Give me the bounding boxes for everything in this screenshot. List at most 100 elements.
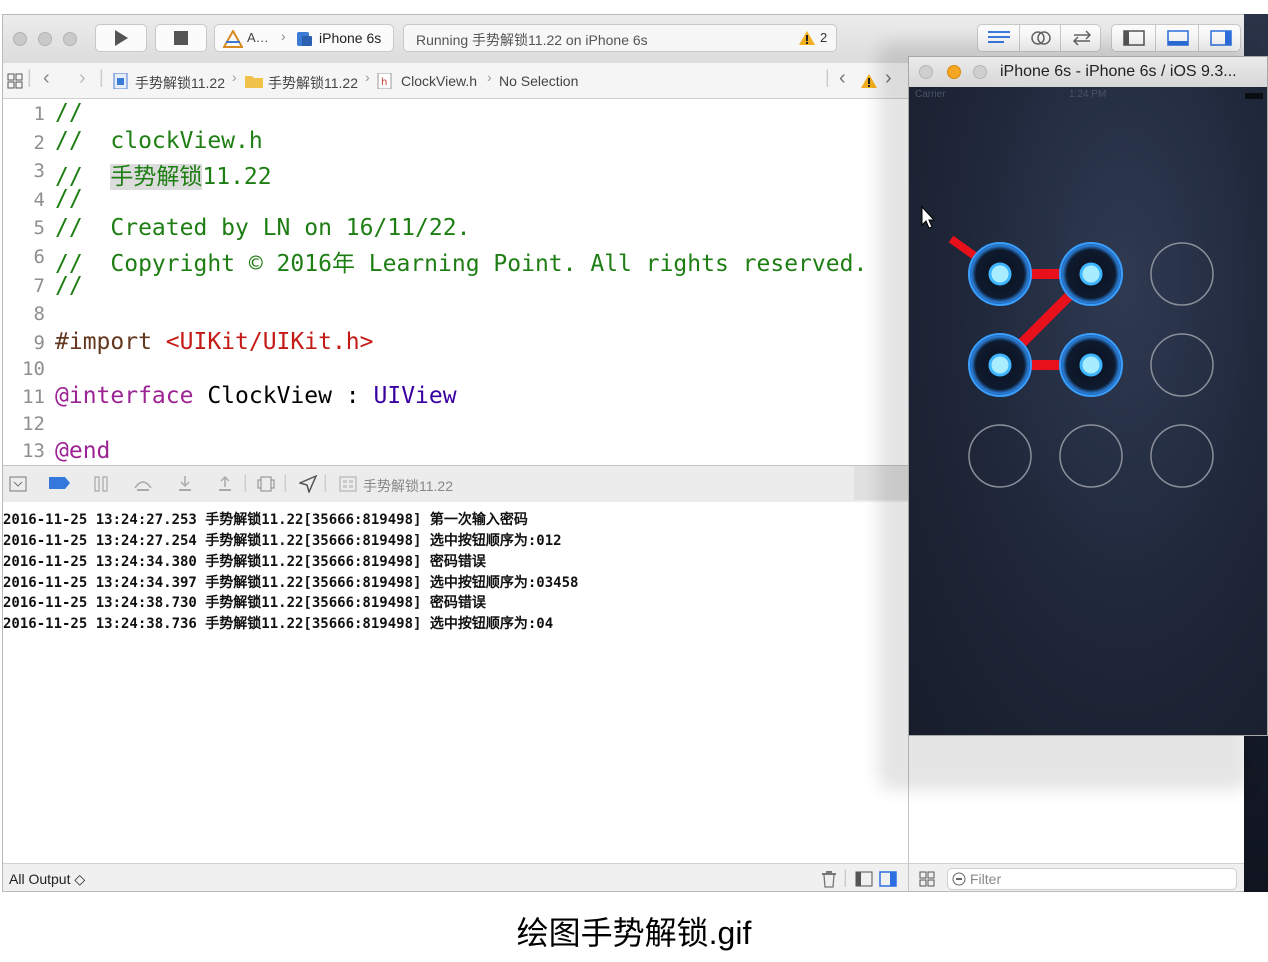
- gesture-node-center: [1079, 262, 1103, 286]
- warning-icon[interactable]: [860, 73, 878, 89]
- gesture-node[interactable]: [968, 424, 1032, 488]
- gesture-node[interactable]: [1150, 333, 1214, 397]
- log-line: 2016-11-25 13:24:38.736 手势解锁11.22[35666:…: [3, 616, 554, 632]
- console-view-toggle-icon[interactable]: [879, 871, 897, 887]
- gesture-node-center: [1079, 353, 1103, 377]
- comment-text: 11.22: [202, 164, 272, 190]
- zoom-window-button[interactable]: [63, 32, 77, 46]
- chevron-right-icon: ›: [487, 69, 492, 85]
- warning-count[interactable]: 2: [820, 30, 827, 45]
- code-line: // clockView.h: [55, 128, 263, 154]
- code-line: // Copyright © 2016年 Learning Point. All…: [55, 251, 868, 277]
- gesture-node[interactable]: [1059, 424, 1123, 488]
- trash-icon[interactable]: [821, 870, 837, 888]
- related-items-grid-icon[interactable]: [7, 73, 23, 89]
- step-into-icon[interactable]: [177, 475, 193, 493]
- code-line: //: [55, 100, 83, 126]
- activity-status-text: Running 手势解锁11.22 on iPhone 6s: [416, 32, 648, 48]
- location-arrow-icon[interactable]: [299, 475, 317, 493]
- code-line: // 手势解锁11.22: [55, 157, 272, 191]
- grid-icon[interactable]: [919, 871, 935, 887]
- simulator-zoom-button[interactable]: [973, 65, 987, 79]
- image-caption: 绘图手势解锁.gif: [516, 915, 752, 951]
- filter-placeholder: Filter: [970, 871, 1002, 887]
- scheme-device-label: iPhone 6s: [319, 30, 382, 46]
- mouse-cursor-icon: [921, 205, 936, 229]
- highlighted-text: 手势解锁: [110, 164, 203, 190]
- log-line: 2016-11-25 13:24:27.253 手势解锁11.22[35666:…: [3, 512, 528, 528]
- step-out-icon[interactable]: [217, 475, 233, 493]
- variables-bottom-bar: Filter: [908, 863, 1249, 891]
- hide-debug-area-icon[interactable]: [9, 476, 27, 492]
- folder-icon: [245, 76, 263, 88]
- simulator-title: iPhone 6s - iPhone 6s / iOS 9.3...: [1000, 63, 1237, 80]
- gesture-node[interactable]: [968, 333, 1032, 397]
- jumpbar-selection[interactable]: No Selection: [499, 73, 578, 89]
- divider: |: [243, 472, 248, 492]
- output-selector[interactable]: All Output ◇: [9, 871, 85, 888]
- line-number: 9: [33, 332, 45, 354]
- app-target-icon: [223, 30, 243, 48]
- stop-button[interactable]: [155, 24, 207, 52]
- gesture-node[interactable]: [1150, 242, 1214, 306]
- log-line: 2016-11-25 13:24:34.397 手势解锁11.22[35666:…: [3, 575, 579, 591]
- chevron-right-icon: ›: [232, 69, 237, 85]
- code-line: #import <UIKit/UIKit.h>: [55, 329, 374, 355]
- forward-chevron-icon[interactable]: ›: [79, 67, 86, 90]
- line-number: 2: [33, 132, 45, 154]
- minimize-window-button[interactable]: [38, 32, 52, 46]
- previous-issue-chevron-icon[interactable]: ‹: [839, 67, 846, 90]
- close-window-button[interactable]: [13, 32, 27, 46]
- run-button[interactable]: [95, 24, 147, 52]
- line-number: 7: [33, 275, 45, 297]
- jumpbar-file[interactable]: ClockView.h: [401, 73, 477, 89]
- view-hierarchy-icon[interactable]: [257, 476, 275, 492]
- line-number-gutter: 1 2 3 4 5 6 7 8 9 10 11 12 13: [3, 99, 51, 465]
- scheme-app-label: A…: [247, 30, 269, 45]
- code-line: //: [55, 273, 83, 299]
- back-chevron-icon[interactable]: ‹: [43, 67, 50, 90]
- line-number: 3: [33, 160, 45, 182]
- code-line: @interface ClockView : UIView: [55, 383, 457, 409]
- activity-viewer: Running 手势解锁11.22 on iPhone 6s 2: [403, 24, 837, 52]
- import-path: <UIKit/UIKit.h>: [165, 329, 374, 355]
- svg-text:h: h: [381, 77, 387, 88]
- line-number: 5: [33, 217, 45, 239]
- variables-view-toggle-icon[interactable]: [855, 871, 873, 887]
- gesture-node[interactable]: [1059, 333, 1123, 397]
- simulator-minimize-button[interactable]: [947, 65, 961, 79]
- step-over-icon[interactable]: [133, 476, 153, 492]
- pause-icon[interactable]: [93, 476, 109, 492]
- device-screen[interactable]: Carrier 1:24 PM: [909, 87, 1267, 735]
- filter-field[interactable]: Filter: [947, 868, 1237, 890]
- jumpbar-project[interactable]: 手势解锁11.22: [135, 73, 225, 93]
- gesture-node[interactable]: [1150, 424, 1214, 488]
- log-line: 2016-11-25 13:24:34.380 手势解锁11.22[35666:…: [3, 554, 486, 570]
- source-editor[interactable]: 1 2 3 4 5 6 7 8 9 10 11 12 13 // // cloc…: [3, 99, 908, 465]
- code-line: @end: [55, 438, 111, 464]
- divider: |: [99, 67, 104, 87]
- play-icon: [115, 30, 128, 46]
- breakpoints-toggle-icon[interactable]: [49, 477, 71, 489]
- line-number: 8: [33, 303, 45, 325]
- app-grid-icon: [339, 476, 357, 492]
- import-directive: #import: [55, 329, 166, 355]
- debug-bar: | | | 手势解锁11.22: [3, 465, 908, 503]
- console-bottom-bar: All Output ◇ |: [3, 863, 908, 891]
- debug-target-label[interactable]: 手势解锁11.22: [363, 476, 453, 496]
- scheme-selector[interactable]: A… › iPhone 6s: [214, 24, 394, 52]
- code-line: //: [55, 186, 83, 212]
- chevron-right-icon: ›: [281, 28, 286, 44]
- gesture-lock-view[interactable]: [909, 87, 1267, 735]
- gesture-node[interactable]: [1059, 242, 1123, 306]
- line-number: 1: [33, 103, 45, 125]
- jumpbar-folder[interactable]: 手势解锁11.22: [268, 73, 358, 93]
- superclass-name: UIView: [373, 383, 457, 409]
- gesture-node-center: [988, 353, 1012, 377]
- simulator-close-button[interactable]: [919, 65, 933, 79]
- warning-icon[interactable]: [798, 30, 816, 46]
- log-line: 2016-11-25 13:24:27.254 手势解锁11.22[35666:…: [3, 533, 562, 549]
- console-output[interactable]: 2016-11-25 13:24:27.253 手势解锁11.22[35666:…: [3, 502, 908, 863]
- gesture-node[interactable]: [968, 242, 1032, 306]
- divider: |: [825, 67, 830, 87]
